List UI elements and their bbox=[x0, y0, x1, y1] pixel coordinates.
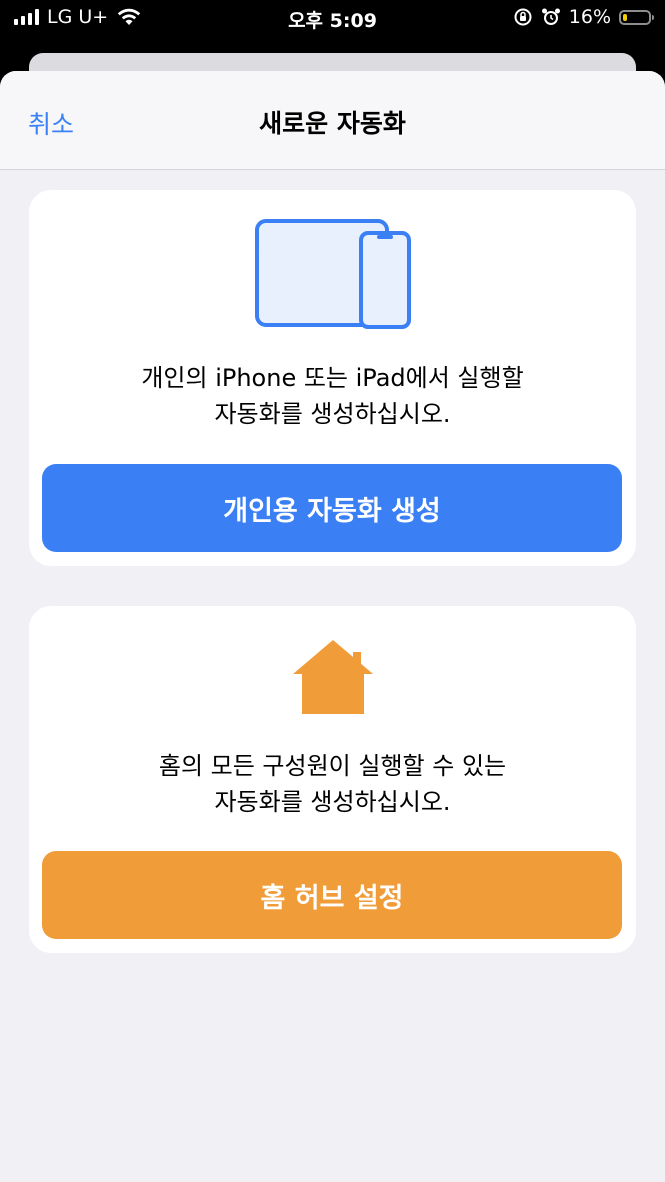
setup-home-hub-button[interactable]: 홈 허브 설정 bbox=[42, 851, 622, 939]
orientation-lock-icon bbox=[514, 8, 532, 26]
battery-icon bbox=[619, 9, 654, 25]
screen: LG U+ 오후 5:09 16% 취소 새로운 자동화 개인의 iPhone … bbox=[0, 0, 665, 1182]
status-bar: LG U+ 오후 5:09 16% bbox=[0, 0, 665, 40]
personal-automation-description: 개인의 iPhone 또는 iPad에서 실행할 자동화를 생성하십시오. bbox=[141, 364, 524, 428]
alarm-icon bbox=[541, 8, 560, 25]
status-right: 16% bbox=[513, 6, 654, 28]
page-title: 새로운 자동화 bbox=[259, 109, 406, 138]
battery-percent: 16% bbox=[568, 6, 611, 28]
battery-level bbox=[623, 13, 627, 21]
create-personal-automation-button[interactable]: 개인용 자동화 생성 bbox=[42, 464, 622, 552]
nav-bar: 취소 새로운 자동화 bbox=[0, 71, 665, 170]
home-icon bbox=[293, 640, 373, 714]
home-automation-description: 홈의 모든 구성원이 실행할 수 있는 자동화를 생성하십시오. bbox=[158, 752, 507, 816]
ipad-iphone-icon bbox=[255, 219, 411, 329]
